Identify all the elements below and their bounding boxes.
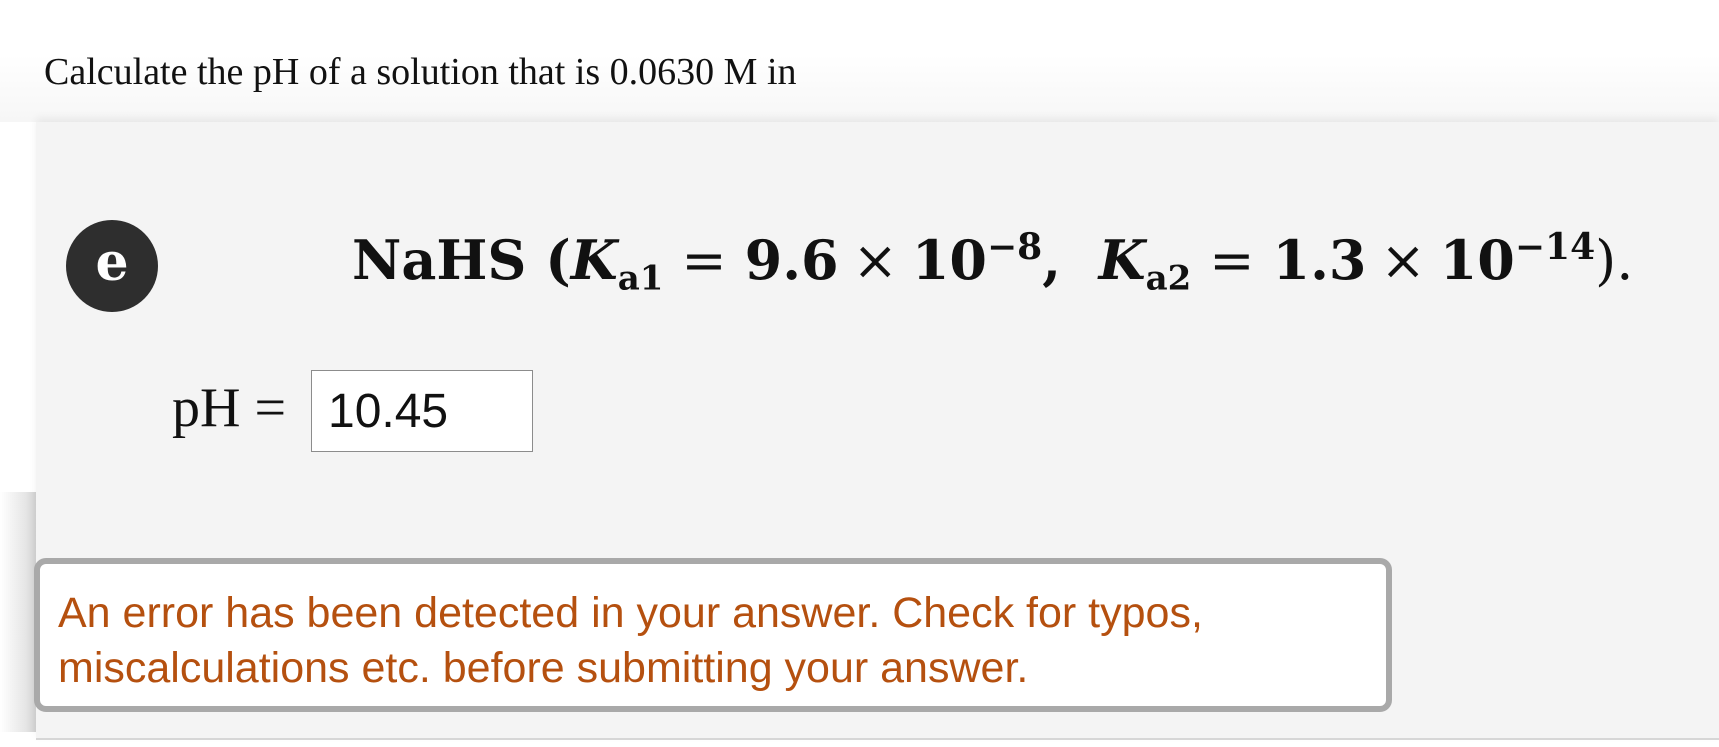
- ka1-equals: =: [681, 228, 727, 292]
- ka1-subscript: a1: [617, 258, 664, 299]
- question-header: Calculate the pH of a solution that is 0…: [0, 0, 1719, 122]
- ka2-mantissa: 1.3: [1272, 227, 1367, 292]
- ka2-symbol: K: [1098, 227, 1146, 292]
- separator-comma: ,: [1042, 227, 1062, 292]
- ka2-equals: =: [1209, 228, 1255, 292]
- compound-name: NaHS: [352, 227, 527, 292]
- ka1-base: 10: [911, 227, 987, 292]
- ka2-times: ×: [1380, 228, 1426, 292]
- error-feedback-box: An error has been detected in your answe…: [34, 558, 1392, 712]
- ka2-subscript: a2: [1145, 258, 1192, 299]
- ph-answer-input[interactable]: [311, 370, 533, 452]
- panel-divider: [36, 738, 1719, 740]
- error-message: An error has been detected in your answe…: [58, 589, 1203, 692]
- part-letter-badge: e: [66, 220, 158, 312]
- ka2-base: 10: [1439, 227, 1515, 292]
- ka1-exponent: −8: [986, 226, 1043, 268]
- compound-equation: NaHS (Ka1 = 9.6 × 10−8, Ka2 = 1.3 × 10−14).: [352, 226, 1634, 299]
- ph-label: pH =: [172, 377, 287, 439]
- ka1-mantissa: 9.6: [744, 227, 839, 292]
- open-paren: (: [545, 227, 571, 292]
- close-paren: ).: [1595, 228, 1634, 292]
- left-edge-shadow: [0, 492, 36, 732]
- ka2-exponent: −14: [1514, 226, 1596, 268]
- ka1-symbol: K: [570, 227, 618, 292]
- question-prompt: Calculate the pH of a solution that is 0…: [44, 51, 797, 93]
- ka1-times: ×: [852, 228, 898, 292]
